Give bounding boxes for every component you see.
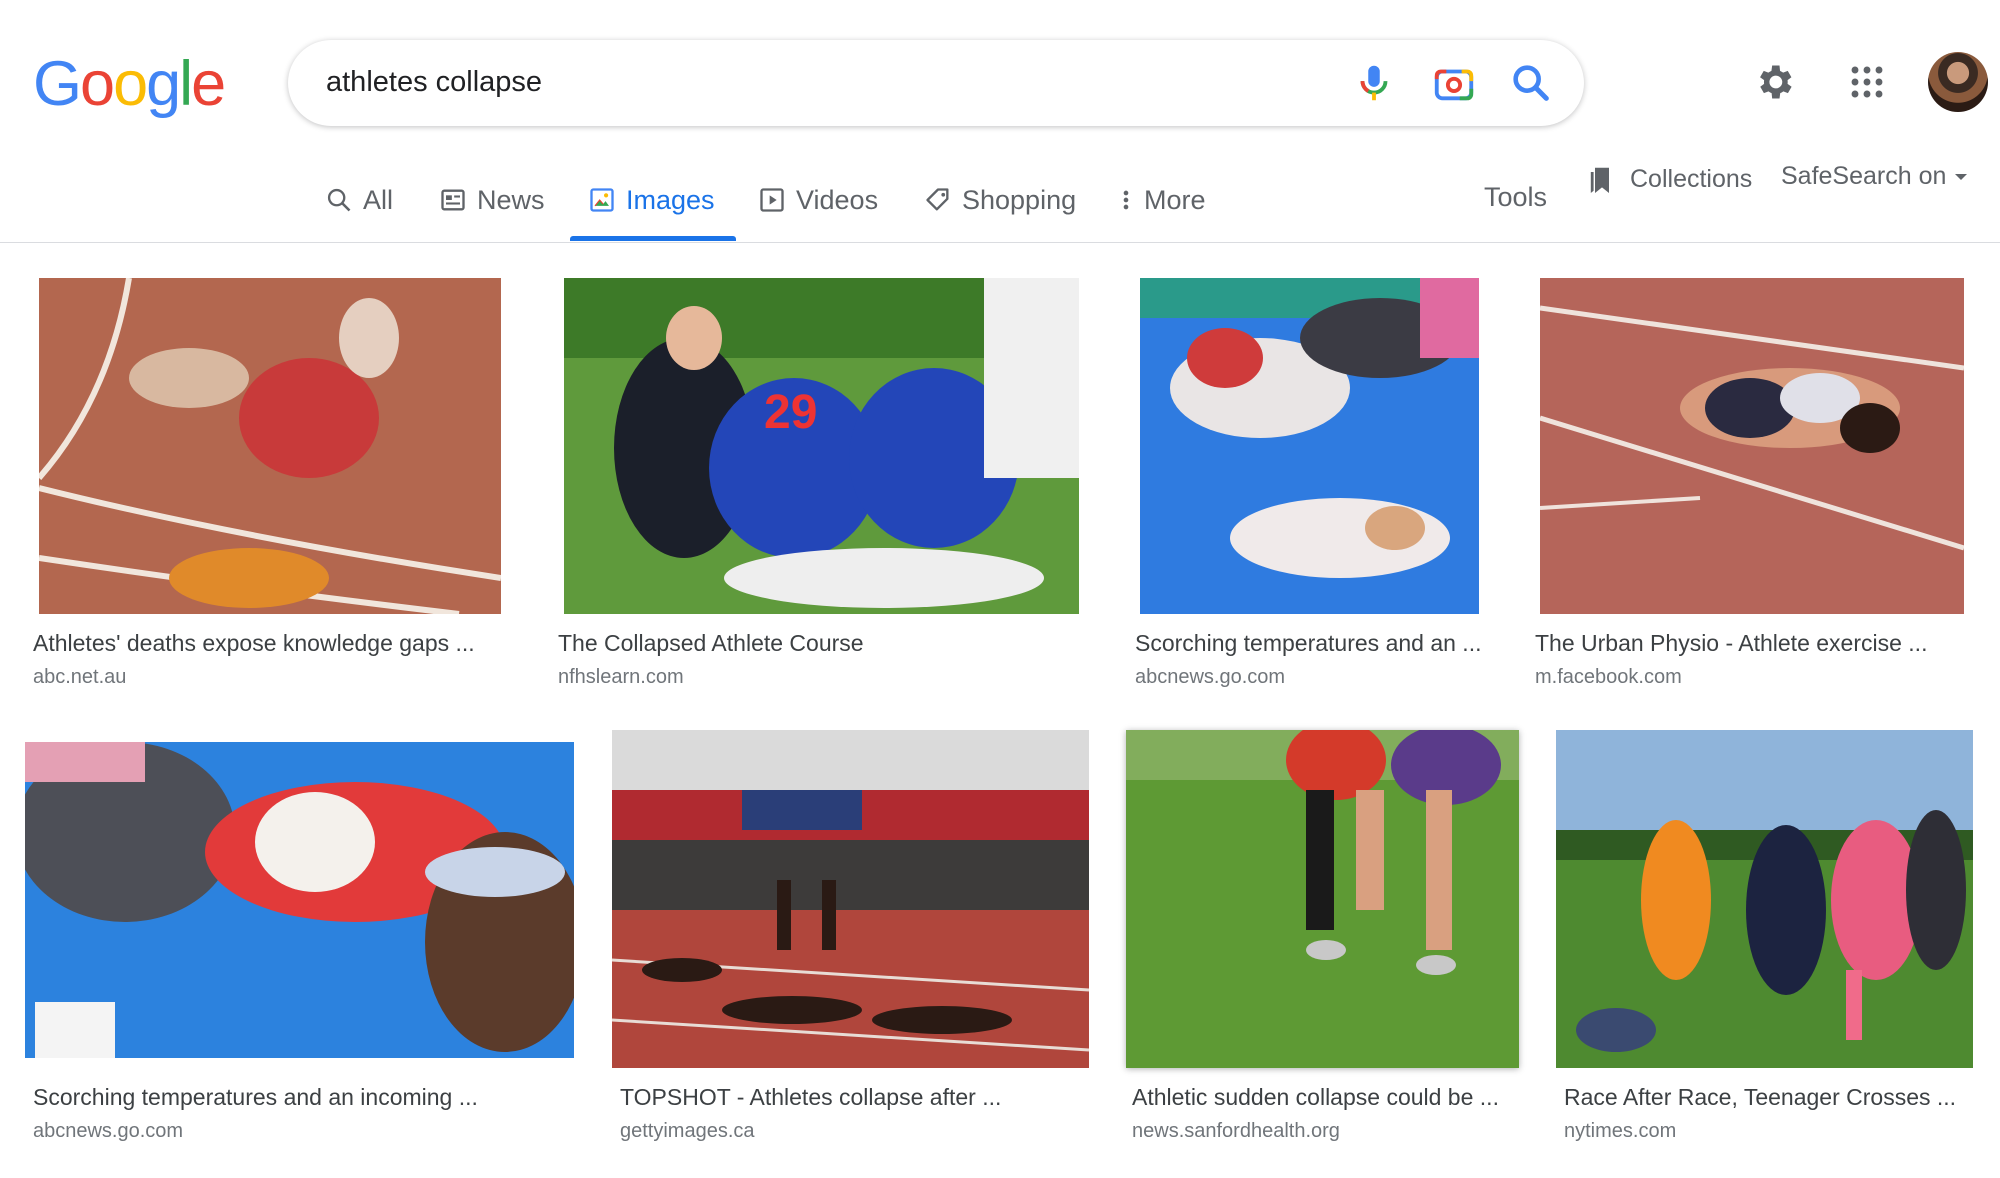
logo-letter: l: [179, 49, 193, 119]
image-result[interactable]: Race After Race, Teenager Crosses ... ny…: [1556, 730, 1992, 1170]
tab-all[interactable]: All: [325, 160, 393, 240]
tab-label: All: [363, 184, 394, 215]
tab-news[interactable]: News: [439, 160, 545, 240]
collections-button[interactable]: Collections: [1588, 162, 1752, 196]
image-result[interactable]: Scorching temperatures and an ... abcnew…: [1127, 276, 1497, 696]
result-caption[interactable]: Athletic sudden collapse could be ...: [1132, 1084, 1522, 1111]
image-result[interactable]: The Urban Physio - Athlete exercise ... …: [1527, 276, 1992, 696]
result-caption[interactable]: The Urban Physio - Athlete exercise ...: [1535, 630, 1985, 657]
tools-button[interactable]: Tools: [1484, 182, 1547, 213]
result-thumbnail[interactable]: [25, 742, 574, 1058]
image-result[interactable]: Athletic sudden collapse could be ... ne…: [1126, 730, 1526, 1170]
caret-down-icon: [1955, 173, 1968, 180]
logo-letter: g: [146, 49, 181, 119]
tab-label: Videos: [796, 184, 879, 215]
collections-label: Collections: [1630, 164, 1753, 193]
google-logo[interactable]: Google: [33, 48, 226, 120]
image-icon: [590, 188, 614, 212]
result-source[interactable]: nytimes.com: [1564, 1120, 1676, 1143]
apps-grid-icon[interactable]: [1849, 64, 1885, 100]
tab-images[interactable]: Images: [588, 160, 715, 240]
result-thumbnail[interactable]: [1140, 278, 1479, 614]
bookmark-icon: [1590, 167, 1609, 193]
search-box: [288, 40, 1584, 126]
tab-label: Shopping: [962, 184, 1077, 215]
result-source[interactable]: abcnews.go.com: [33, 1120, 183, 1143]
tab-more[interactable]: More: [1118, 160, 1206, 240]
result-source[interactable]: abcnews.go.com: [1135, 666, 1285, 689]
result-caption[interactable]: Race After Race, Teenager Crosses ...: [1564, 1084, 1984, 1111]
news-icon: [441, 189, 465, 211]
avatar[interactable]: [1928, 52, 1988, 112]
safesearch-label: SafeSearch on: [1781, 162, 1947, 190]
search-input[interactable]: [326, 58, 1306, 106]
play-icon: [760, 188, 784, 212]
safesearch-button[interactable]: SafeSearch on: [1781, 162, 1968, 191]
result-source[interactable]: news.sanfordhealth.org: [1132, 1120, 1340, 1143]
logo-letter: e: [191, 49, 226, 119]
image-result[interactable]: Athletes' deaths expose knowledge gaps .…: [25, 276, 515, 696]
result-source[interactable]: gettyimages.ca: [620, 1120, 755, 1143]
tab-shopping[interactable]: Shopping: [924, 160, 1076, 240]
result-caption[interactable]: TOPSHOT - Athletes collapse after ...: [620, 1084, 1090, 1111]
result-thumbnail[interactable]: [612, 730, 1089, 1068]
tab-label: Images: [626, 184, 715, 215]
result-thumbnail[interactable]: [1540, 278, 1964, 614]
tab-label: News: [477, 184, 545, 215]
logo-letter: o: [113, 49, 148, 119]
image-result[interactable]: TOPSHOT - Athletes collapse after ... ge…: [612, 730, 1092, 1170]
tag-icon: [926, 188, 949, 211]
camera-icon[interactable]: [1431, 60, 1477, 106]
image-result[interactable]: 29 The Collapsed Athlete Course nfhslear…: [550, 276, 1090, 696]
result-caption[interactable]: Athletes' deaths expose knowledge gaps .…: [33, 630, 515, 657]
result-caption[interactable]: Scorching temperatures and an incoming .…: [33, 1084, 583, 1111]
result-caption[interactable]: The Collapsed Athlete Course: [558, 630, 1078, 657]
result-thumbnail[interactable]: 29: [564, 278, 1079, 614]
more-vert-icon: [1123, 190, 1129, 210]
header: Google athletes collapse All News Images…: [0, 0, 2000, 243]
search-icon: [327, 188, 351, 212]
result-source[interactable]: abc.net.au: [33, 666, 126, 689]
result-thumbnail[interactable]: [1126, 730, 1519, 1068]
search-icon[interactable]: [1508, 60, 1554, 106]
result-thumbnail[interactable]: [39, 278, 501, 614]
logo-letter: G: [33, 49, 82, 119]
active-tab-indicator: [570, 236, 736, 241]
image-result[interactable]: Scorching temperatures and an incoming .…: [25, 730, 590, 1170]
result-source[interactable]: m.facebook.com: [1535, 666, 1682, 689]
tab-videos[interactable]: Videos: [758, 160, 878, 240]
result-caption[interactable]: Scorching temperatures and an ...: [1135, 630, 1495, 657]
tab-label: More: [1144, 184, 1206, 215]
mic-icon[interactable]: [1351, 60, 1397, 106]
result-source[interactable]: nfhslearn.com: [558, 666, 684, 689]
result-thumbnail[interactable]: [1556, 730, 1973, 1068]
svg-text:29: 29: [764, 386, 817, 439]
gear-icon[interactable]: [1752, 60, 1796, 104]
logo-letter: o: [80, 49, 115, 119]
